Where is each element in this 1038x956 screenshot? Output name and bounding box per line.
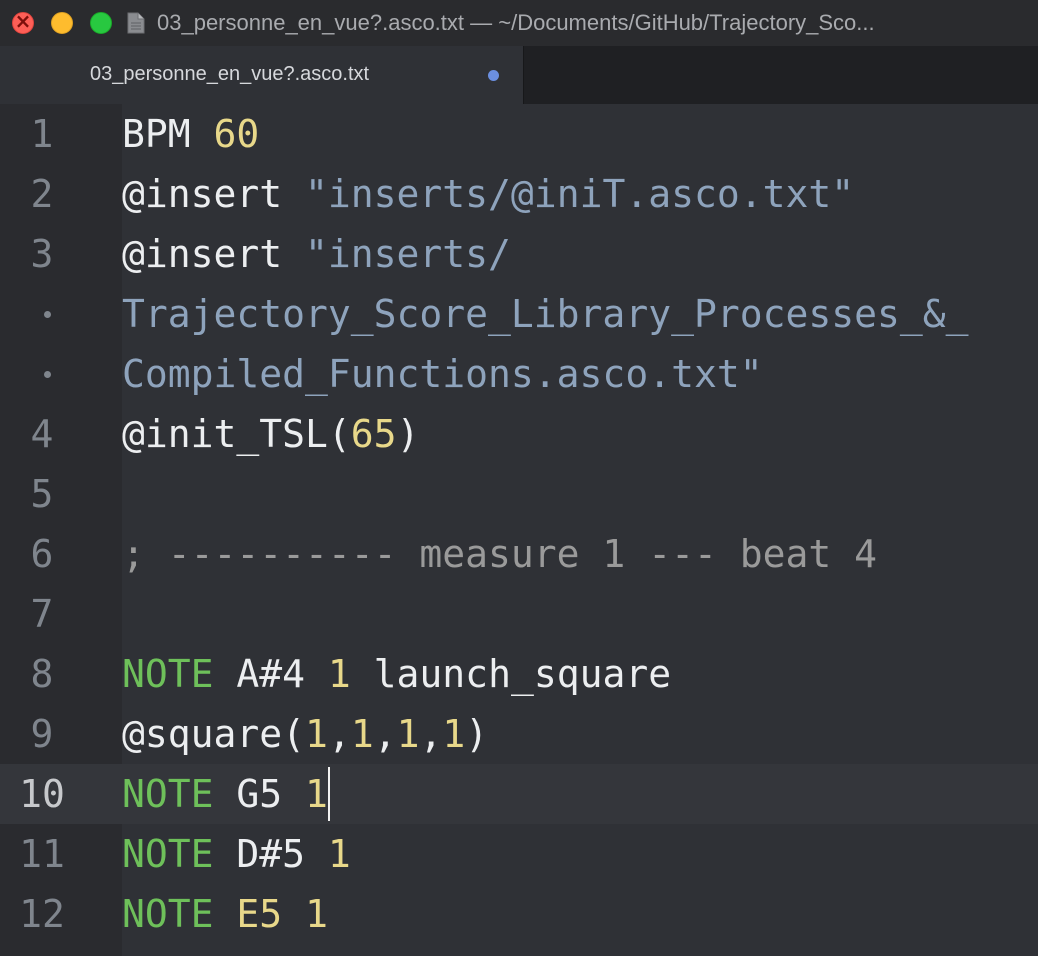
punctuation-token: ): [396, 412, 420, 456]
window-title: 03_personne_en_vue?.asco.txt — ~/Documen…: [157, 10, 875, 35]
tab-bar: 03_personne_en_vue?.asco.txt: [0, 46, 1038, 104]
code-text: NOTE E5 1: [122, 884, 328, 944]
punctuation-token: (: [327, 412, 351, 456]
number-token: 65: [350, 412, 397, 456]
editor-window: 03_personne_en_vue?.asco.txt — ~/Documen…: [0, 0, 1038, 956]
code-line[interactable]: 9 @square(1,1,1,1): [0, 704, 1038, 764]
code-line[interactable]: 11 NOTE D#5 1: [0, 824, 1038, 884]
note-keyword-token: NOTE: [122, 772, 214, 816]
number-token: 1: [350, 712, 374, 756]
number-token: 1: [305, 772, 328, 816]
string-token: Trajectory_Score_Library_Processes_&_: [122, 292, 969, 336]
number-token: 1: [442, 712, 466, 756]
line-number: 6: [30, 532, 54, 576]
line-number: 12: [19, 892, 65, 936]
code-text: NOTE A#4 1 launch_square: [122, 644, 671, 704]
document-icon: [127, 12, 145, 34]
code-line[interactable]: 8 NOTE A#4 1 launch_square: [0, 644, 1038, 704]
code-text: Trajectory_Score_Library_Processes_&_: [122, 284, 968, 344]
label-token: launch_square: [350, 652, 672, 696]
line-number: 4: [30, 412, 54, 456]
wrap-indicator-icon: [44, 371, 51, 378]
line-number: 10: [19, 772, 65, 816]
line-number: 11: [19, 832, 65, 876]
pitch-token: E5: [236, 892, 283, 936]
pitch-token: A#4: [213, 652, 328, 696]
code-line-wrapped[interactable]: Compiled_Functions.asco.txt": [0, 344, 1038, 404]
wrap-indicator-icon: [44, 311, 51, 318]
code-text: @insert "inserts/@iniT.asco.txt": [122, 164, 854, 224]
string-token: Compiled_Functions.asco.txt": [122, 352, 763, 396]
tab-label: 03_personne_en_vue?.asco.txt: [90, 63, 370, 85]
code-text: @square(1,1,1,1): [122, 704, 488, 764]
title-bar[interactable]: 03_personne_en_vue?.asco.txt — ~/Documen…: [0, 0, 1038, 46]
number-token: 1: [305, 712, 328, 756]
code-editor[interactable]: 1 BPM 60 2 @insert "inserts/@iniT.asco.t…: [0, 104, 1038, 956]
line-number: 7: [30, 592, 54, 636]
pitch-token: D#5: [213, 832, 328, 876]
note-keyword-token: NOTE: [122, 652, 214, 696]
code-line[interactable]: 5: [0, 464, 1038, 524]
string-token: "inserts/: [305, 232, 511, 276]
pitch-token: G5: [213, 772, 306, 816]
text-cursor: [327, 767, 330, 821]
punctuation-token: (: [282, 712, 306, 756]
line-number: 3: [30, 232, 54, 276]
code-line[interactable]: 1 BPM 60: [0, 104, 1038, 164]
code-text: Compiled_Functions.asco.txt": [122, 344, 763, 404]
line-number: 2: [30, 172, 54, 216]
code-line[interactable]: 6 ; ---------- measure 1 --- beat 4: [0, 524, 1038, 584]
code-text: @insert "inserts/: [122, 224, 511, 284]
function-token: @square: [122, 712, 283, 756]
punctuation-token: ): [465, 712, 489, 756]
line-number: 8: [30, 652, 54, 696]
note-keyword-token: NOTE: [122, 892, 214, 936]
number-token: 1: [327, 832, 351, 876]
window-controls: [12, 9, 129, 34]
comment-token: ; ---------- measure 1 --- beat 4: [122, 532, 877, 576]
number-token: 1: [305, 892, 328, 936]
directive-token: @insert: [122, 232, 306, 276]
string-token: "inserts/@iniT.asco.txt": [305, 172, 855, 216]
note-keyword-token: NOTE: [122, 832, 214, 876]
code-line[interactable]: 4 @init_TSL(65): [0, 404, 1038, 464]
code-text: NOTE G5 1: [122, 764, 330, 824]
code-line-wrapped[interactable]: Trajectory_Score_Library_Processes_&_: [0, 284, 1038, 344]
code-line[interactable]: 2 @insert "inserts/@iniT.asco.txt": [0, 164, 1038, 224]
code-text: ; ---------- measure 1 --- beat 4: [122, 524, 877, 584]
keyword-token: BPM: [122, 112, 214, 156]
punctuation-token: ,: [373, 712, 397, 756]
line-number: 9: [30, 712, 54, 756]
tab-active-file[interactable]: 03_personne_en_vue?.asco.txt: [0, 46, 524, 104]
code-text: @init_TSL(65): [122, 404, 419, 464]
directive-token: @insert: [122, 172, 306, 216]
number-token: 1: [327, 652, 351, 696]
unsaved-indicator-icon[interactable]: [488, 70, 499, 81]
function-token: @init_TSL: [122, 412, 328, 456]
code-line[interactable]: 12 NOTE E5 1: [0, 884, 1038, 944]
code-line[interactable]: 3 @insert "inserts/: [0, 224, 1038, 284]
number-token: 60: [213, 112, 260, 156]
line-number: 5: [30, 472, 54, 516]
number-token: 1: [396, 712, 420, 756]
line-number: 1: [30, 112, 54, 156]
maximize-window-button[interactable]: [90, 12, 112, 34]
code-line[interactable]: 7: [0, 584, 1038, 644]
close-window-button[interactable]: [12, 9, 34, 34]
code-line-current[interactable]: 10 NOTE G5 1: [0, 764, 1038, 824]
code-text: BPM 60: [122, 104, 259, 164]
punctuation-token: ,: [419, 712, 443, 756]
punctuation-token: ,: [327, 712, 351, 756]
code-text: NOTE D#5 1: [122, 824, 351, 884]
minimize-window-button[interactable]: [51, 12, 73, 34]
